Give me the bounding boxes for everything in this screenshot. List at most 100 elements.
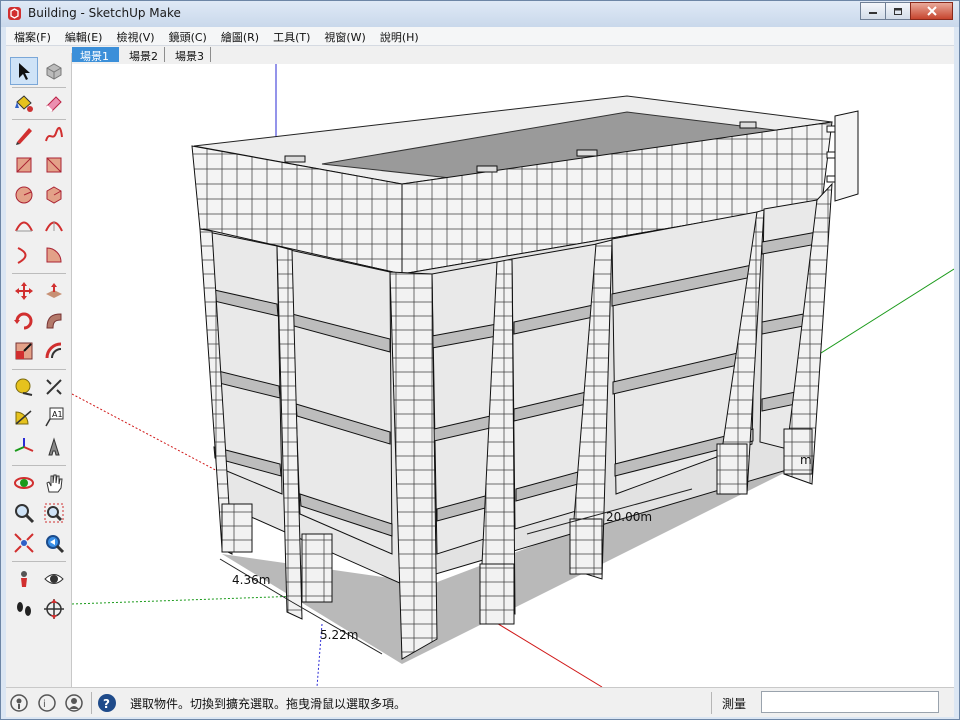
freehand-tool[interactable] bbox=[40, 121, 68, 149]
3d-text-tool[interactable] bbox=[40, 433, 68, 461]
status-hint: 選取物件。切換到擴充選取。拖曳滑鼠以選取多項。 bbox=[130, 697, 407, 711]
push-pull-tool[interactable] bbox=[40, 277, 68, 305]
scale-icon bbox=[15, 342, 33, 360]
drawing-area[interactable]: 4.36m 5.22m 20.00m m bbox=[72, 64, 954, 687]
orbit-tool[interactable] bbox=[10, 469, 38, 497]
select-tool[interactable] bbox=[10, 57, 38, 85]
text-tool[interactable]: A1 bbox=[40, 403, 68, 431]
axes-tool[interactable] bbox=[10, 433, 38, 461]
close-icon bbox=[926, 6, 937, 16]
axes-icon bbox=[14, 438, 34, 452]
user-account-icon[interactable] bbox=[64, 693, 84, 713]
protractor-tool[interactable] bbox=[10, 403, 38, 431]
follow-me-icon bbox=[46, 313, 62, 329]
three-point-arc-icon bbox=[17, 247, 27, 264]
hand-icon bbox=[46, 474, 63, 493]
orbit-icon bbox=[14, 477, 34, 489]
polygon-tool[interactable] bbox=[40, 181, 68, 209]
arrow-icon bbox=[19, 63, 30, 80]
tab-scene-3[interactable]: 場景3 bbox=[169, 47, 211, 63]
zoom-tool[interactable] bbox=[10, 499, 38, 527]
scale-tool[interactable] bbox=[10, 337, 38, 365]
line-tool[interactable] bbox=[10, 121, 38, 149]
paint-bucket-tool[interactable] bbox=[10, 89, 38, 117]
arc-icon bbox=[15, 221, 33, 232]
pie-tool[interactable] bbox=[40, 241, 68, 269]
status-bar: i ? 選取物件。切換到擴充選取。拖曳滑鼠以選取多項。 測量 bbox=[6, 687, 954, 717]
previous-view-tool[interactable] bbox=[40, 529, 68, 557]
measurements-label: 測量 bbox=[722, 697, 747, 711]
walk-tool[interactable] bbox=[10, 595, 38, 623]
model-view[interactable]: 4.36m 5.22m 20.00m m bbox=[72, 64, 954, 687]
menu-edit[interactable]: 編輯(E) bbox=[57, 27, 109, 45]
offset-icon bbox=[45, 342, 62, 359]
maximize-button[interactable] bbox=[885, 2, 911, 20]
tape-measure-icon bbox=[15, 378, 33, 396]
geo-location-icon[interactable] bbox=[9, 693, 29, 713]
sketchup-logo-icon bbox=[8, 7, 21, 20]
title-bar: Building - SketchUp Make bbox=[1, 1, 959, 27]
make-component-tool[interactable] bbox=[40, 57, 68, 85]
minimize-button[interactable] bbox=[860, 2, 886, 20]
pie-icon bbox=[46, 247, 62, 263]
tab-scene-2[interactable]: 場景2 bbox=[123, 47, 165, 63]
menu-help[interactable]: 說明(H) bbox=[372, 27, 425, 45]
minimize-icon bbox=[869, 12, 877, 14]
menu-view[interactable]: 檢視(V) bbox=[108, 27, 160, 45]
paint-bucket-icon bbox=[15, 95, 33, 112]
sign-board bbox=[834, 110, 859, 202]
push-pull-icon bbox=[46, 283, 62, 298]
follow-me-tool[interactable] bbox=[40, 307, 68, 335]
menu-file[interactable]: 檔案(F) bbox=[6, 27, 57, 45]
rotate-tool[interactable] bbox=[10, 307, 38, 335]
svg-text:?: ? bbox=[103, 697, 110, 711]
dimension-bay-depth[interactable]: 5.22m bbox=[320, 628, 358, 642]
pan-tool[interactable] bbox=[40, 469, 68, 497]
protractor-icon bbox=[15, 410, 32, 425]
credits-icon[interactable]: i bbox=[37, 693, 57, 713]
rotate-icon bbox=[14, 312, 33, 330]
measurements-input[interactable] bbox=[761, 691, 939, 713]
help-icon[interactable]: ? bbox=[97, 693, 117, 713]
section-plane-icon bbox=[44, 599, 64, 619]
rectangle-tool[interactable] bbox=[10, 151, 38, 179]
pencil-icon bbox=[16, 128, 32, 145]
menu-tools[interactable]: 工具(T) bbox=[265, 27, 316, 45]
eraser-tool[interactable] bbox=[40, 89, 68, 117]
offset-tool[interactable] bbox=[40, 337, 68, 365]
circle-tool[interactable] bbox=[10, 181, 38, 209]
tab-scene-1[interactable]: 場景1 bbox=[72, 47, 119, 63]
restore-icon bbox=[894, 8, 902, 15]
zoom-window-tool[interactable] bbox=[40, 499, 68, 527]
scene-tabs: 場景1 場景2 場景3 bbox=[6, 46, 954, 64]
position-camera-tool[interactable] bbox=[10, 565, 38, 593]
move-tool[interactable] bbox=[10, 277, 38, 305]
footprints-icon bbox=[17, 602, 31, 616]
zoom-extents-tool[interactable] bbox=[10, 529, 38, 557]
two-point-arc-tool[interactable] bbox=[40, 211, 68, 239]
menu-window[interactable]: 視窗(W) bbox=[316, 27, 371, 45]
menu-draw[interactable]: 繪圖(R) bbox=[213, 27, 265, 45]
dimension-side-partial[interactable]: m bbox=[800, 453, 812, 467]
close-button[interactable] bbox=[910, 2, 953, 20]
dimension-bay-width[interactable]: 4.36m bbox=[232, 573, 270, 587]
move-icon bbox=[15, 282, 33, 300]
dimension-icon bbox=[46, 379, 62, 395]
dimension-tool[interactable] bbox=[40, 373, 68, 401]
menu-camera[interactable]: 鏡頭(C) bbox=[161, 27, 213, 45]
dimension-length[interactable]: 20.00m bbox=[606, 510, 652, 524]
tape-measure-tool[interactable] bbox=[10, 373, 38, 401]
section-plane-tool[interactable] bbox=[40, 595, 68, 623]
menu-bar: 檔案(F) 編輯(E) 檢視(V) 鏡頭(C) 繪圖(R) 工具(T) 視窗(W… bbox=[6, 27, 954, 46]
window-title: Building - SketchUp Make bbox=[28, 6, 181, 20]
three-point-arc-tool[interactable] bbox=[10, 241, 38, 269]
svg-text:i: i bbox=[43, 699, 46, 710]
arc-tool[interactable] bbox=[10, 211, 38, 239]
zoom-extents-icon bbox=[14, 533, 34, 553]
look-around-tool[interactable] bbox=[40, 565, 68, 593]
rotated-rectangle-icon bbox=[46, 157, 62, 173]
rectangle-icon bbox=[16, 157, 32, 173]
rotated-rectangle-tool[interactable] bbox=[40, 151, 68, 179]
previous-view-icon bbox=[46, 535, 65, 554]
position-camera-icon bbox=[21, 571, 27, 587]
